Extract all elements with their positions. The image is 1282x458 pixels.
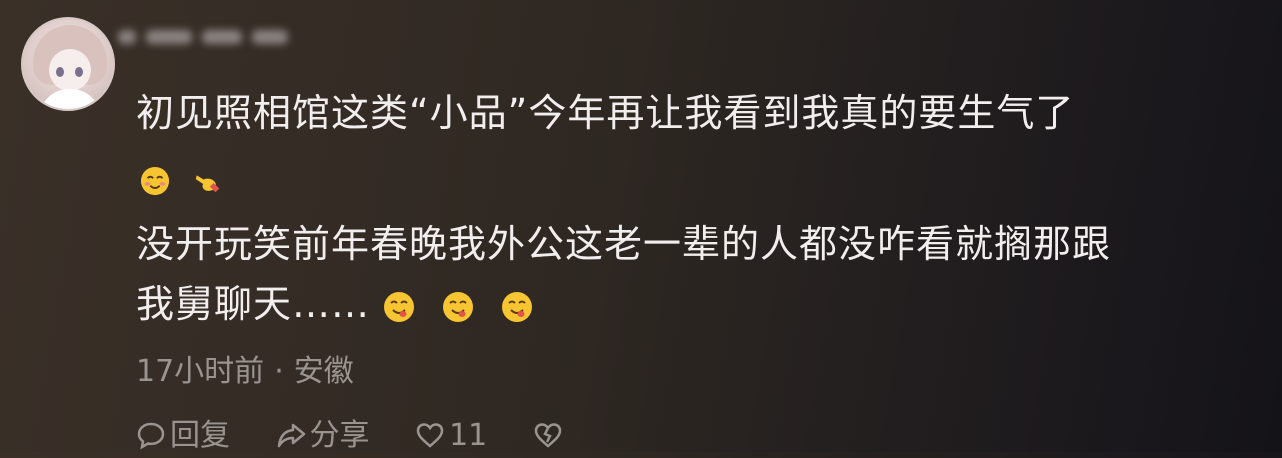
flushed-smile-emoji <box>140 166 170 196</box>
username-blurred[interactable] <box>118 22 318 50</box>
avatar-eye-right <box>75 67 83 77</box>
pointing-hand-emoji <box>195 175 220 193</box>
yum-face-emoji <box>384 291 415 322</box>
share-label: 分享 <box>309 418 370 453</box>
like-count: 11 <box>449 418 488 453</box>
heart-icon <box>416 422 444 448</box>
comment-text-line-1: 初见照相馆这类“小品”今年再让我看到我真的要生气了 <box>136 91 1075 135</box>
comment-meta: 17小时前 · 安徽 <box>136 352 354 392</box>
comment-actions: 回复 分享 11 <box>136 414 603 458</box>
reply-button[interactable]: 回复 <box>136 414 230 458</box>
comment-card: 初见照相馆这类“小品”今年再让我看到我真的要生气了 没开玩笑前年春晚我外公这老一… <box>0 0 1282 453</box>
avatar-eye-left <box>56 67 64 77</box>
avatar-body <box>39 89 101 109</box>
share-arrow-icon <box>277 423 305 447</box>
comment-text-line-3-text: 我舅聊天…… <box>136 282 371 326</box>
broken-heart-icon <box>534 422 562 448</box>
comment-time: 17小时前 <box>136 354 265 389</box>
user-avatar[interactable] <box>21 17 115 111</box>
comment-text-line-2: 没开玩笑前年春晚我外公这老一辈的人都没咋看就搁那跟 <box>136 222 1112 266</box>
emoji-row <box>140 166 241 202</box>
reply-bubble-icon <box>137 422 165 449</box>
share-button[interactable]: 分享 <box>276 414 370 458</box>
reply-label: 回复 <box>170 418 230 453</box>
dislike-button[interactable] <box>533 414 567 458</box>
yum-face-emoji <box>443 291 474 322</box>
meta-separator: · <box>274 354 284 389</box>
comment-location: 安徽 <box>293 354 354 389</box>
comment-text-line-3: 我舅聊天…… <box>136 281 547 327</box>
yum-face-emoji <box>502 291 533 322</box>
like-button[interactable]: 11 <box>415 414 487 458</box>
